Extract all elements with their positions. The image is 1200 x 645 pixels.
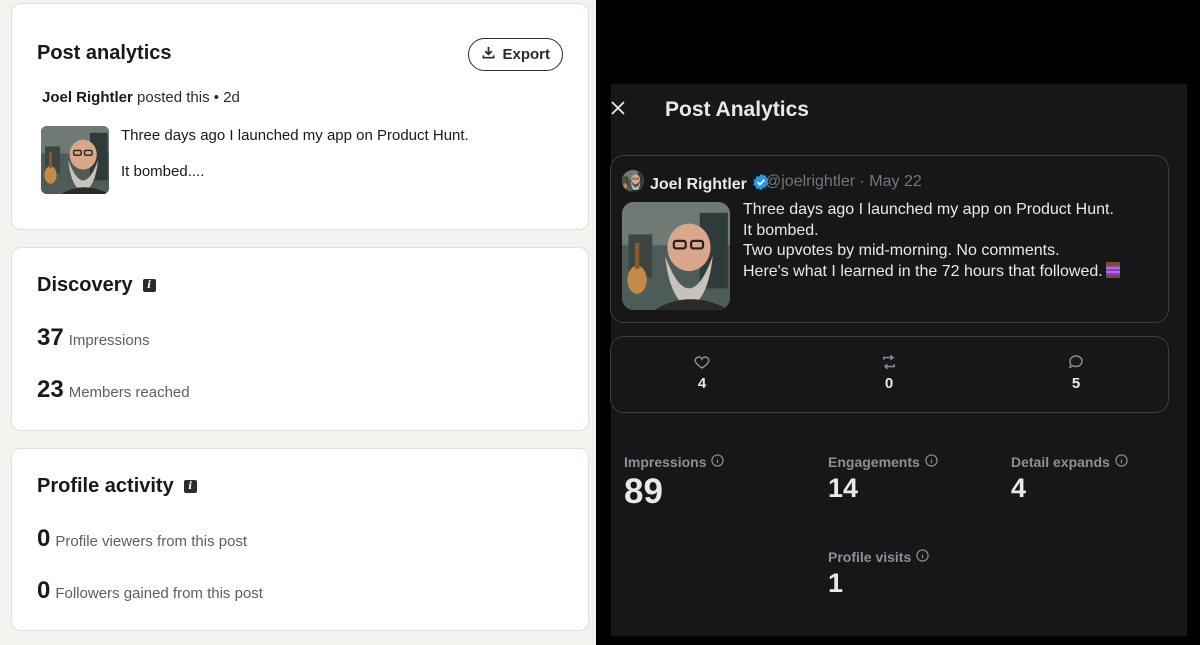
reposts-stat[interactable]: 0 xyxy=(869,353,909,392)
impressions-label: Impressions xyxy=(624,454,707,470)
post-text-line-with-emoji: Here's what I learned in the 72 hours th… xyxy=(743,261,1120,283)
impressions-stat: Impressions 89 xyxy=(624,454,725,512)
separator-dot: • xyxy=(213,89,220,106)
post-text-line: Three days ago I launched my app on Prod… xyxy=(743,201,1114,218)
discovery-card: Discovery i 37 Impressions 23 Members rea… xyxy=(11,247,589,431)
handle-and-date: @joelrightler · May 22 xyxy=(765,173,922,190)
info-icon[interactable] xyxy=(925,454,938,470)
post-thumbnail[interactable] xyxy=(622,202,730,310)
post-text-line: It bombed. xyxy=(743,221,819,239)
detail-expands-value: 4 xyxy=(1011,473,1027,503)
profile-activity-card: Profile activity i 0 Profile viewers from… xyxy=(11,448,589,631)
discovery-title: Discovery xyxy=(37,274,133,296)
heart-icon xyxy=(682,353,722,371)
post-text-line: Two upvotes by mid-morning. No comments. xyxy=(743,242,1060,259)
post-time: 2d xyxy=(223,89,240,106)
posted-by-line: Joel Rightler posted this • 2d xyxy=(42,89,240,106)
followers-gained-label: Followers gained from this post xyxy=(55,585,263,602)
post-text-line: Three days ago I launched my app on Prod… xyxy=(121,127,469,144)
export-label: Export xyxy=(502,46,550,63)
info-icon[interactable] xyxy=(711,454,725,470)
profile-viewers-value: 0 xyxy=(37,525,51,552)
export-icon xyxy=(481,45,496,64)
profile-visits-label-row: Profile visits xyxy=(828,549,929,565)
spool-emoji xyxy=(1105,261,1120,278)
followers-gained-value: 0 xyxy=(37,577,51,604)
detail-expands-stat: Detail expands 4 xyxy=(1011,454,1128,504)
info-icon[interactable] xyxy=(1115,454,1128,470)
replies-stat[interactable]: 5 xyxy=(1056,353,1096,392)
page-title: Post analytics xyxy=(37,42,172,64)
linkedin-analytics-panel: Post analytics Export Joel Rightler post… xyxy=(0,0,596,645)
avatar[interactable] xyxy=(622,170,644,192)
members-reached-value: 23 xyxy=(37,376,64,403)
post-text-line: It bombed.... xyxy=(121,163,205,180)
likes-count: 4 xyxy=(697,375,707,392)
post-thumbnail[interactable] xyxy=(41,126,109,194)
replies-count: 5 xyxy=(1071,375,1081,392)
post-text: Three days ago I launched my app on Prod… xyxy=(743,200,1120,282)
impressions-metric: 37 Impressions xyxy=(37,324,150,352)
author-name[interactable]: Joel Rightler xyxy=(42,89,133,106)
profile-visits-value: 1 xyxy=(828,568,844,598)
x-analytics-panel: Post Analytics Joel Rightler @joelrightl… xyxy=(610,84,1187,636)
reposts-count: 0 xyxy=(884,375,894,392)
reply-icon xyxy=(1056,353,1096,371)
engagement-card: 4 0 5 xyxy=(610,336,1169,413)
export-button[interactable]: Export xyxy=(468,38,563,71)
repost-icon xyxy=(869,353,909,371)
members-reached-label: Members reached xyxy=(68,384,190,401)
author-name-row: Joel Rightler xyxy=(650,173,770,196)
engagements-label-row: Engagements xyxy=(828,454,938,470)
detail-expands-label-row: Detail expands xyxy=(1011,454,1128,470)
detail-expands-label: Detail expands xyxy=(1011,454,1110,470)
info-icon[interactable] xyxy=(916,549,929,565)
impressions-value: 37 xyxy=(37,324,64,351)
profile-activity-title: Profile activity xyxy=(37,475,174,497)
engagements-stat: Engagements 14 xyxy=(828,454,938,504)
profile-viewers-metric: 0 Profile viewers from this post xyxy=(37,525,247,553)
members-reached-metric: 23 Members reached xyxy=(37,376,190,404)
post-preview-card[interactable]: Joel Rightler @joelrightler · May 22 Thr… xyxy=(610,155,1169,323)
post-text-line: Here's what I learned in the 72 hours th… xyxy=(743,262,1103,280)
followers-gained-metric: 0 Followers gained from this post xyxy=(37,577,263,605)
info-icon[interactable]: i xyxy=(142,279,156,293)
close-icon[interactable] xyxy=(611,101,625,115)
likes-stat[interactable]: 4 xyxy=(682,353,722,392)
post-summary-card: Post analytics Export Joel Rightler post… xyxy=(11,3,589,230)
impressions-label: Impressions xyxy=(68,332,150,349)
profile-viewers-label: Profile viewers from this post xyxy=(55,533,248,550)
engagements-value: 14 xyxy=(828,473,859,503)
profile-visits-stat: Profile visits 1 xyxy=(828,549,929,599)
impressions-label-row: Impressions xyxy=(624,454,725,470)
profile-activity-heading: Profile activity i xyxy=(37,475,197,498)
page-title: Post Analytics xyxy=(665,98,809,121)
discovery-heading: Discovery i xyxy=(37,274,156,297)
info-icon[interactable]: i xyxy=(183,480,197,494)
impressions-value: 89 xyxy=(624,472,663,511)
profile-visits-label: Profile visits xyxy=(828,549,912,565)
author-name[interactable]: Joel Rightler xyxy=(650,176,747,194)
engagements-label: Engagements xyxy=(828,454,920,470)
posted-suffix: posted this xyxy=(137,89,210,106)
